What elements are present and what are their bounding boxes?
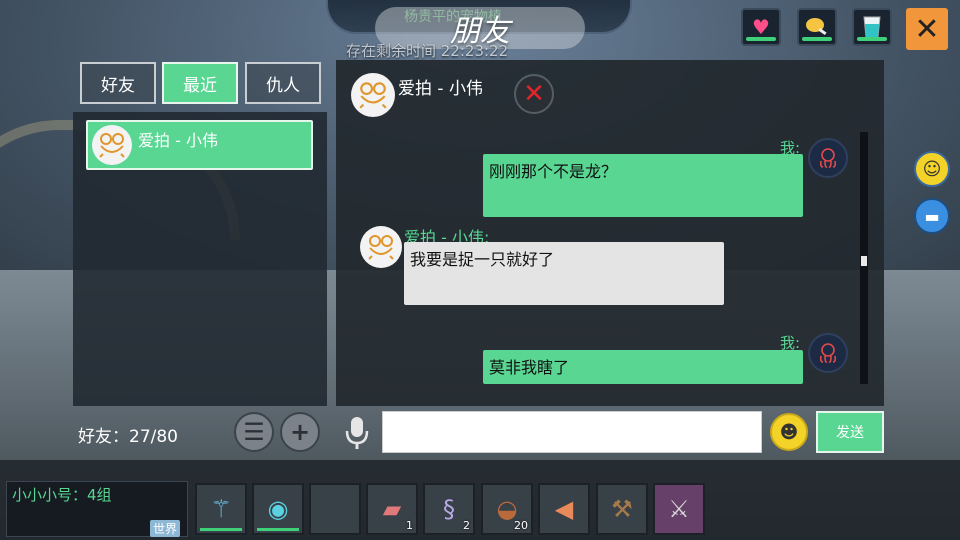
tab-recent[interactable]: 最近 [162,62,238,104]
octopus-avatar-icon [808,333,848,373]
hotbar-slot-4[interactable]: ▰ 1 [366,483,418,535]
world-chat-text: 小小小号：4组 [12,486,112,504]
raw-meat-icon: ▰ [382,495,402,523]
message-bubble-other: 我要是捉一只就好了 [404,242,724,305]
heart-icon: ♥ [752,15,770,39]
send-label: 发送 [836,425,864,441]
hotbar-slot-9[interactable]: ⚔ [653,483,705,535]
hotbar-slot-3[interactable] [309,483,361,535]
world-channel-badge: 世界 [150,520,181,537]
frog-avatar-icon [92,125,132,165]
tab-label: 仇人 [266,75,300,96]
hotbar-slot-6[interactable]: ◒ 20 [481,483,533,535]
plus-icon: + [289,418,311,446]
add-friend-button[interactable]: + [280,412,320,452]
axe-icon: ⚒ [611,495,633,523]
red-x-icon: ✕ [523,79,545,109]
item-count: 2 [463,519,470,532]
microphone-icon [345,417,369,449]
chat-scroll-thumb[interactable] [861,256,867,266]
friend-count: 好友：27/80 [78,427,178,447]
timer-text: 存在剩余时间 22:23:22 [346,42,509,60]
speech-bubble-icon: ▬ [924,206,940,226]
remove-chat-button[interactable]: ✕ [514,74,554,114]
chat-toggle-button[interactable]: ▬ [914,198,950,234]
tab-enemies[interactable]: 仇人 [245,62,321,104]
smiley-icon: ☺ [922,158,942,180]
hotbar-slot-2[interactable]: ◉ [252,483,304,535]
message-bubble-mine: 莫非我瞎了 [483,350,803,384]
chat-header-avatar-icon [351,73,395,117]
drink-bar [857,37,887,41]
hunger-heart-button[interactable]: ♥ [741,8,781,46]
frog-avatar-icon [360,226,402,268]
message-bubble-mine: 刚刚那个不是龙？ [483,154,803,217]
orb-icon: ◉ [267,495,289,523]
item-count: 1 [406,519,413,532]
drink-icon [863,16,881,38]
list-menu-button[interactable]: ☰ [234,412,274,452]
friend-name: 爱拍 - 小伟 [138,131,218,150]
voice-button[interactable] [343,413,371,453]
item-count: 20 [514,519,528,532]
send-button[interactable]: 发送 [816,411,884,453]
hotbar-slot-1[interactable]: ⚚ [195,483,247,535]
staff-icon: ⚚ [210,495,232,523]
chat-input[interactable] [382,411,762,453]
list-icon: ☰ [243,418,265,446]
smiley-icon: ☻ [779,421,799,443]
meat-icon [806,18,827,36]
emoji-button[interactable]: ☻ [770,413,808,451]
hotbar-slot-8[interactable]: ⚒ [596,483,648,535]
friend-list-item[interactable]: 爱拍 - 小伟 [86,120,313,170]
tab-label: 最近 [183,75,217,96]
close-icon: ✕ [914,11,940,47]
emoji-panel-button[interactable]: ☺ [914,151,950,187]
durability-bar [200,528,242,531]
heart-bar [746,37,776,41]
tab-label: 好友 [101,75,135,96]
tab-friends[interactable]: 好友 [80,62,156,104]
fish-icon: ◀ [554,495,574,523]
close-button[interactable]: ✕ [906,8,948,50]
food-button[interactable] [797,8,837,46]
chat-header-name: 爱拍 - 小伟 [398,79,483,99]
food-bar [802,37,832,41]
tentacle-icon: § [443,495,455,523]
drink-button[interactable] [852,8,892,46]
octopus-avatar-icon [808,138,848,178]
hotbar-slot-5[interactable]: § 2 [423,483,475,535]
sword-icon: ⚔ [668,495,690,523]
durability-bar [257,528,299,531]
hotbar-slot-7[interactable]: ◀ [538,483,590,535]
